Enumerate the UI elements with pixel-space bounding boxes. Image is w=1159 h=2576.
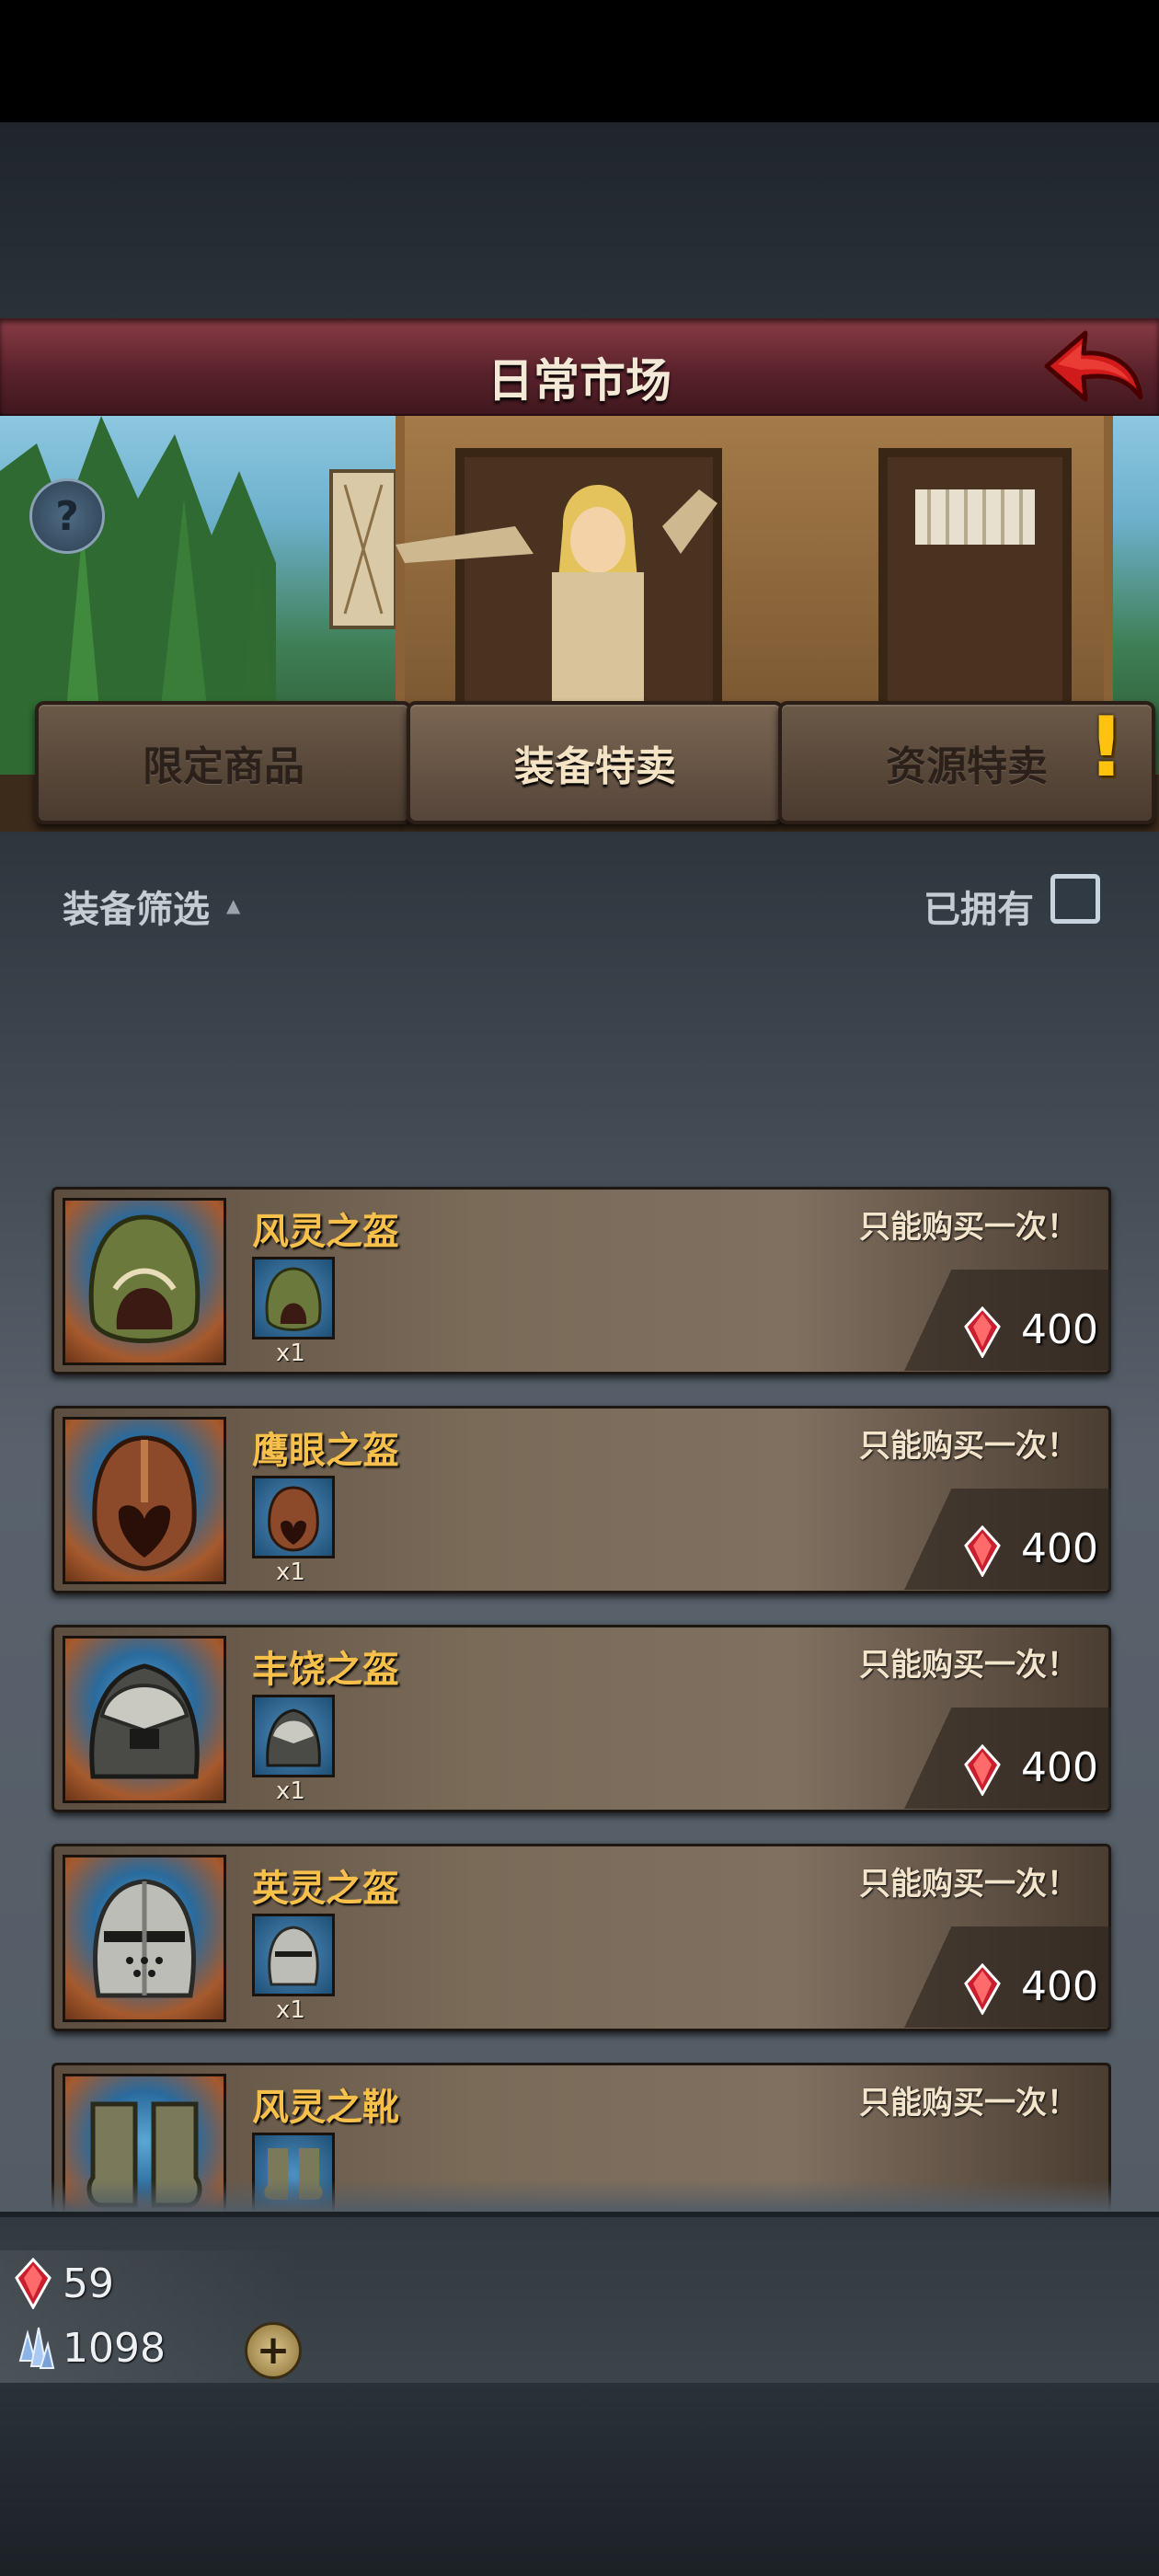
item-price: 400: [1021, 1963, 1098, 2010]
gem-count: 59: [63, 2260, 114, 2307]
item-card-hawkeye-helmet[interactable]: 鹰眼之盔 只能购买一次！ x1 400: [52, 1406, 1111, 1593]
bottom-background: [0, 2383, 1159, 2576]
tab-equipment-sale[interactable]: 装备特卖: [407, 701, 784, 824]
back-arrow-icon[interactable]: [1038, 324, 1148, 408]
purchase-limit-note: 只能购买一次！: [859, 1866, 1078, 1903]
chainmail-helmet-small-icon: [252, 1695, 335, 1777]
add-crystals-button[interactable]: +: [245, 2322, 302, 2379]
alert-exclamation-icon: !: [1087, 699, 1126, 796]
item-card-valiant-helmet[interactable]: 英灵之盔 只能购买一次！ x1 400: [52, 1844, 1111, 2031]
item-name: 风灵之靴: [252, 2087, 399, 2129]
hood-helmet-icon: [63, 1198, 226, 1365]
crystal-balance: 1098: [15, 2320, 166, 2375]
bronze-helmet-icon: [63, 1417, 226, 1584]
crystal-count: 1098: [63, 2324, 166, 2372]
item-name: 英灵之盔: [252, 1868, 399, 1910]
tab-label: 资源特卖: [886, 743, 1048, 790]
item-card-wind-helmet[interactable]: 风灵之盔 只能购买一次！ x1 400: [52, 1187, 1111, 1374]
item-price: 400: [1021, 1306, 1098, 1353]
page-title: 日常市场: [488, 354, 671, 408]
item-name: 鹰眼之盔: [252, 1430, 399, 1472]
equipment-filter-button[interactable]: 装备筛选: [63, 880, 210, 933]
blue-crystal-icon: [18, 2327, 55, 2369]
item-name: 丰饶之盔: [252, 1649, 399, 1691]
item-quantity: x1: [276, 1340, 305, 1367]
filter-arrow-icon: ▲: [226, 894, 241, 916]
bronze-helmet-small-icon: [252, 1476, 335, 1558]
hood-helmet-small-icon: [252, 1257, 335, 1340]
item-card-bounty-helmet[interactable]: 丰饶之盔 只能购买一次！ x1 400: [52, 1625, 1111, 1812]
tab-label: 限定商品: [143, 743, 304, 790]
knight-helmet-small-icon: [252, 1914, 335, 1996]
purchase-limit-note: 只能购买一次！: [859, 1647, 1078, 1684]
red-gem-icon: [964, 1525, 1001, 1577]
owned-filter-label: 已拥有: [924, 889, 1034, 931]
item-name: 风灵之盔: [252, 1211, 399, 1253]
list-fade: [0, 2180, 1159, 2212]
purchase-limit-note: 只能购买一次！: [859, 1209, 1078, 1246]
red-gem-icon: [964, 1744, 1001, 1796]
knight-helmet-icon: [63, 1855, 226, 2022]
red-gem-icon: [15, 2258, 52, 2309]
title-bar: 日常市场: [0, 318, 1159, 416]
gem-balance: 59: [15, 2256, 114, 2311]
tab-label: 装备特卖: [514, 743, 676, 790]
item-quantity: x1: [276, 1558, 305, 1586]
owned-checkbox[interactable]: [1050, 874, 1100, 924]
item-price: 400: [1021, 1525, 1098, 1572]
question-mark-icon: ?: [55, 492, 79, 540]
help-button[interactable]: ?: [29, 478, 105, 554]
top-background: [0, 122, 1159, 318]
item-price: 400: [1021, 1744, 1098, 1791]
plus-icon: +: [256, 2327, 291, 2374]
purchase-limit-note: 只能购买一次！: [859, 2085, 1078, 2122]
red-gem-icon: [964, 1306, 1001, 1358]
chainmail-helmet-icon: [63, 1636, 226, 1803]
item-quantity: x1: [276, 1777, 305, 1805]
item-quantity: x1: [276, 1996, 305, 2024]
system-status-bar: [0, 0, 1159, 122]
red-gem-icon: [964, 1963, 1001, 2015]
tab-limited-goods[interactable]: 限定商品: [35, 701, 412, 824]
purchase-limit-note: 只能购买一次！: [859, 1428, 1078, 1465]
